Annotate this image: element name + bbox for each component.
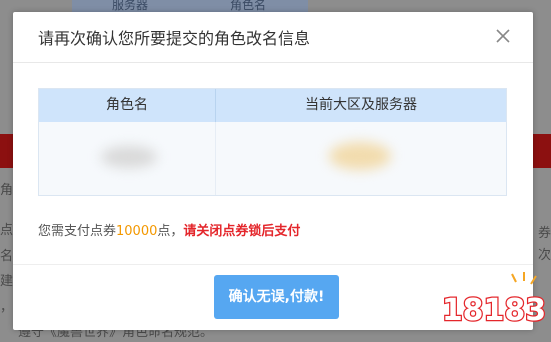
table-row bbox=[39, 122, 506, 195]
background-text-3: 名 bbox=[0, 249, 14, 264]
notice-prefix: 您需支付点券 bbox=[38, 224, 117, 239]
background-text-2: 点 bbox=[0, 223, 14, 238]
background-header-role: 角色名 bbox=[229, 0, 266, 12]
table-header-row: 角色名 当前大区及服务器 bbox=[39, 89, 506, 122]
footer-divider bbox=[13, 264, 533, 265]
background-text-4: 建 bbox=[0, 274, 14, 289]
payment-amount: 10000 bbox=[116, 224, 158, 239]
notice-suffix: 点， bbox=[157, 224, 184, 239]
payment-notice: 您需支付点券10000点，请关闭点券锁后支付 bbox=[38, 220, 300, 239]
logo-rays bbox=[511, 272, 537, 285]
background-header-server: 服务器 bbox=[111, 0, 148, 12]
background-right-text-1: 券 bbox=[537, 226, 551, 241]
rename-info-table: 角色名 当前大区及服务器 bbox=[38, 88, 507, 196]
background-right-text-2: 次 bbox=[537, 248, 551, 263]
header-region-server: 当前大区及服务器 bbox=[305, 97, 417, 113]
background-text-5: ， bbox=[0, 300, 14, 315]
header-divider bbox=[13, 62, 533, 63]
confirm-pay-button[interactable]: 确认无误,付款! bbox=[214, 275, 339, 319]
close-icon[interactable] bbox=[495, 28, 511, 44]
dialog-title: 请再次确认您所要提交的角色改名信息 bbox=[38, 29, 311, 48]
header-role-name: 角色名 bbox=[106, 97, 148, 113]
logo-text: 18183 bbox=[442, 293, 546, 328]
cell-divider-line bbox=[215, 122, 216, 195]
watermark-logo: 18183 bbox=[440, 268, 548, 338]
blurred-role-name bbox=[101, 146, 157, 168]
blurred-region-server bbox=[329, 142, 391, 170]
unlock-warning: 请关闭点券锁后支付 bbox=[183, 224, 301, 239]
